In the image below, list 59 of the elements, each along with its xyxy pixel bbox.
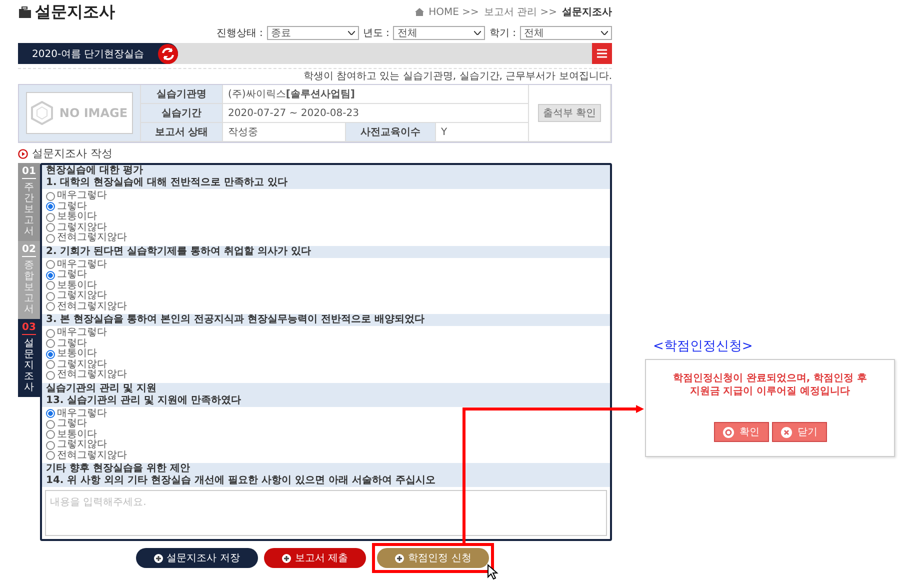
option-label: 그렇지않다 — [57, 360, 107, 370]
filter-label: 진행상태 : — [216, 26, 263, 40]
option-label: 보통이다 — [57, 212, 97, 222]
table-header-cell: 실습기관명 — [141, 85, 223, 104]
no-image-text: NO IMAGE — [59, 106, 128, 120]
option-label: 그렇다 — [57, 338, 87, 348]
filter-select[interactable]: 전체 — [393, 26, 486, 40]
option-label: 보통이다 — [57, 280, 97, 290]
attendance-button[interactable]: 출석부 확인 — [538, 104, 602, 122]
dialog-button[interactable]: 확인 — [714, 422, 768, 442]
filter-label: 년도 : — [362, 26, 390, 40]
option-label: 전혀그렇지않다 — [57, 302, 127, 312]
section-title: 설문지조사 작성 — [32, 146, 112, 161]
section-heading: 현장실습에 대한 평가 — [42, 165, 610, 177]
question-text: 3. 본 현장실습을 통하여 본인의 전공지식과 현장실무능력이 전반적으로 배양되었다 — [42, 314, 610, 326]
option-label: 매우그렇다 — [57, 260, 107, 270]
option-label: 매우그렇다 — [57, 408, 107, 418]
question-text: 2. 기회가 된다면 실습학기제를 통하여 취업할 의사가 있다 — [42, 246, 610, 258]
option-label: 전혀그렇지않다 — [57, 450, 127, 461]
breadcrumb-item[interactable]: 보고서 관리 >> — [484, 5, 557, 19]
page-title: 설문지조사 — [35, 2, 115, 22]
table-cell: (주)싸이릭스[솔루션사업팀] — [223, 85, 529, 104]
notice-text: 학생이 참여하고 있는 실습기관명, 실습기간, 근무부서가 보여집니다. — [303, 71, 612, 82]
filter-select[interactable]: 종료 — [266, 26, 359, 40]
table-cell: Y — [436, 123, 529, 142]
action-button[interactable]: 보고서 제출 — [264, 548, 366, 568]
option-label: 그렇지않다 — [57, 222, 107, 232]
option-label: 매우그렇다 — [57, 328, 107, 338]
side-tab[interactable]: 02 종합보고서 — [18, 241, 40, 319]
action-button[interactable]: 학점인정 신청 — [377, 548, 490, 568]
question-text: 1. 대학의 현장실습에 대해 전반적으로 만족하고 있다 — [42, 177, 610, 189]
side-tab[interactable]: 01 주간보고서 — [18, 163, 40, 241]
question-text: 13. 실습기관의 관리 및 지원에 만족하였다 — [42, 394, 610, 406]
option-label: 그렇다 — [57, 270, 87, 280]
filter-select[interactable]: 전체 — [520, 26, 612, 40]
option-label: 전혀그렇지않다 — [57, 233, 127, 244]
side-tab[interactable]: 03 설문지조사 — [18, 319, 40, 397]
table-header-cell: 실습기간 — [141, 104, 223, 123]
question-text: 14. 위 사항 외의 기타 현장실습 개선에 필요한 사항이 있으면 아래 서술하여 주십시오 — [42, 475, 610, 487]
option-label: 그렇다 — [57, 202, 87, 212]
option-label: 그렇다 — [57, 419, 87, 430]
option-label: 보통이다 — [57, 430, 97, 440]
option-label: 그렇지않다 — [57, 440, 107, 450]
option-label: 보통이다 — [57, 349, 97, 360]
program-name: 2020-여름 단기현장실습 — [32, 48, 144, 60]
table-header-cell: 보고서 상태 — [141, 123, 223, 142]
option-label: 매우그렇다 — [57, 191, 107, 202]
filter-label: 학기 : — [489, 26, 516, 40]
section-heading: 기타 향후 현장실습을 위한 제안 — [42, 463, 610, 475]
breadcrumb-item[interactable]: 설문지조사 — [562, 5, 612, 19]
dialog-button[interactable]: 닫기 — [772, 422, 826, 442]
dialog-message: 학점인정신청이 완료되었으며, 학점인정 후 지원금 지급이 이루어질 예정입니다 — [672, 372, 868, 398]
option-label: 그렇지않다 — [57, 291, 107, 302]
breadcrumb-item[interactable]: HOME >> — [428, 6, 479, 18]
action-button[interactable]: 설문지조사 저장 — [136, 548, 258, 568]
option-label: 전혀그렇지않다 — [57, 370, 127, 380]
section-heading: 실습기관의 관리 및 지원 — [42, 382, 610, 394]
popup-caption: <학점인정신청> — [653, 338, 754, 355]
table-header-cell: 사전교육이수 — [346, 123, 436, 142]
